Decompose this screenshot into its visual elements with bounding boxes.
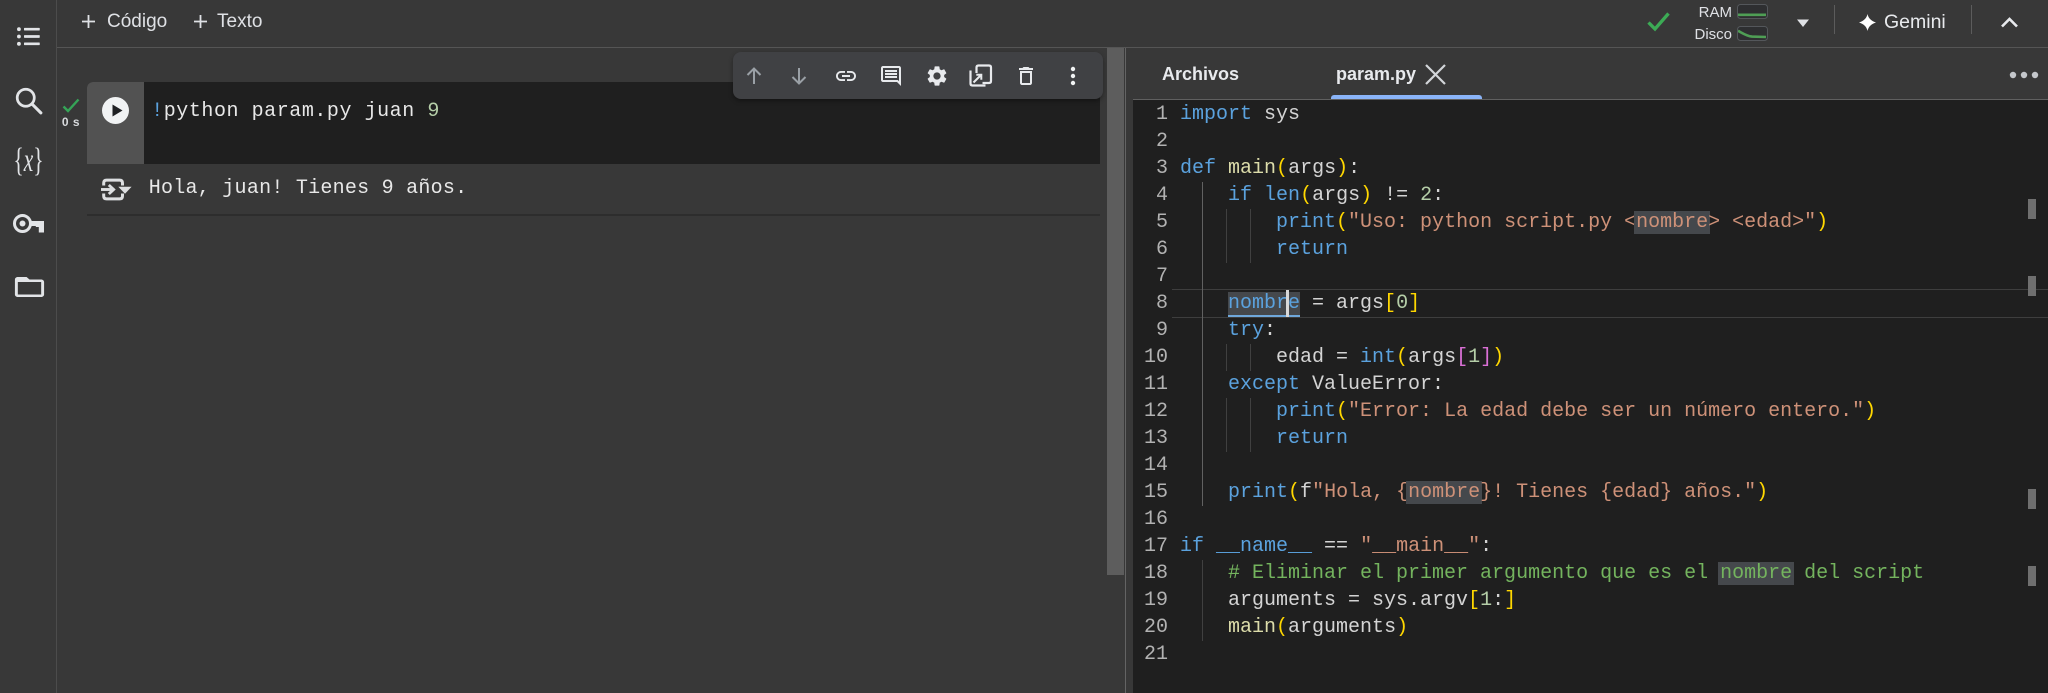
svg-text:{x}: {x}	[14, 142, 44, 179]
